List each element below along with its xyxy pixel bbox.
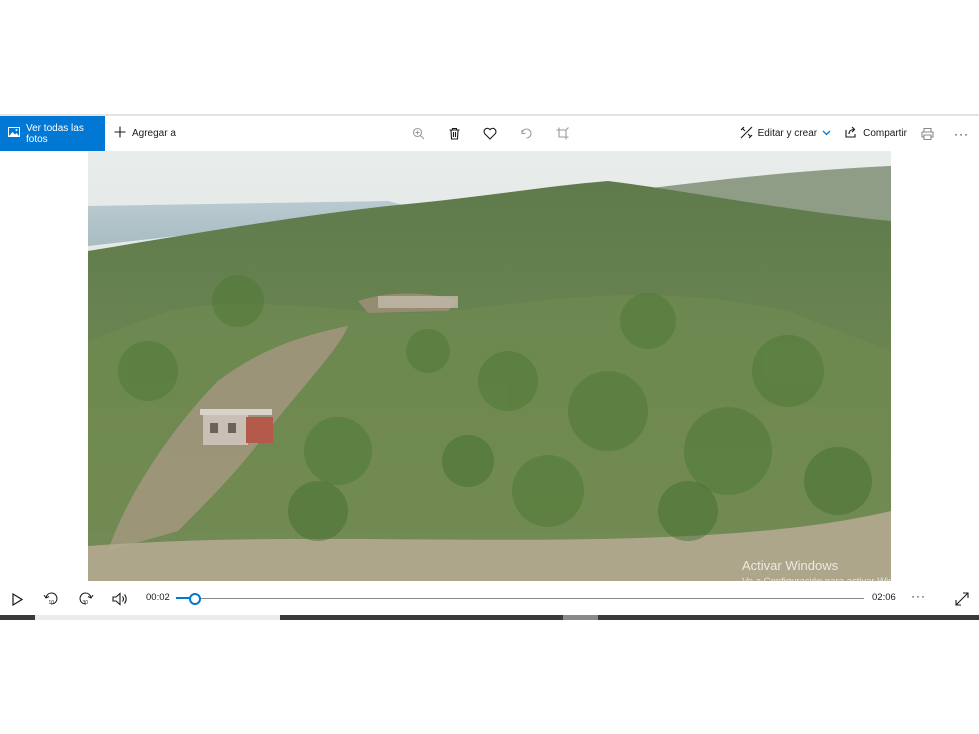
share-label: Compartir (863, 128, 907, 139)
more-options-button[interactable]: ··· (954, 127, 969, 141)
trash-icon[interactable] (446, 126, 462, 142)
center-tool-group (410, 116, 570, 151)
player-more-button[interactable]: ··· (911, 589, 926, 603)
share-button[interactable]: Compartir (845, 126, 907, 141)
right-tool-group: Editar y crear Compartir ··· (740, 116, 979, 151)
taskbar-strip (0, 615, 979, 620)
expand-icon[interactable] (953, 590, 971, 608)
rewind-10-icon[interactable]: 10 (42, 590, 60, 608)
house-shape (200, 409, 273, 445)
crop-icon[interactable] (554, 126, 570, 142)
add-to-label: Agregar a (132, 128, 176, 139)
edit-create-button[interactable]: Editar y crear (740, 126, 831, 142)
chevron-down-icon (822, 128, 831, 139)
watermark-title: Activar Windows (742, 558, 839, 573)
share-icon (845, 126, 858, 141)
total-time: 02:06 (872, 592, 896, 603)
plus-icon (114, 126, 126, 141)
edit-create-label: Editar y crear (757, 128, 818, 139)
view-all-photos-button[interactable]: Ver todas las fotos (0, 116, 105, 151)
volume-icon[interactable] (111, 590, 129, 608)
edit-create-icon (740, 126, 753, 142)
taskbar-segment (563, 615, 598, 620)
rotate-icon[interactable] (518, 126, 534, 142)
add-to-button[interactable]: Agregar a (114, 126, 176, 141)
svg-text:30: 30 (83, 600, 89, 606)
printer-icon[interactable] (921, 127, 934, 140)
video-frame[interactable] (88, 151, 891, 581)
photos-toolbar: Ver todas las fotos Agregar a Editar y c (0, 116, 979, 151)
seek-track[interactable] (176, 598, 864, 599)
seek-thumb[interactable] (189, 593, 201, 605)
photos-icon (8, 126, 20, 141)
view-all-photos-label: Ver todas las fotos (26, 122, 84, 145)
heart-icon[interactable] (482, 126, 498, 142)
playback-controls: 10 30 00:02 02:06 ··· (0, 581, 979, 615)
svg-text:10: 10 (49, 600, 55, 606)
forward-30-icon[interactable]: 30 (77, 590, 95, 608)
aerial-landscape-image (88, 151, 891, 581)
taskbar-segment (35, 615, 280, 620)
zoom-icon[interactable] (410, 126, 426, 142)
play-icon[interactable] (8, 590, 26, 608)
current-time: 00:02 (146, 592, 170, 603)
